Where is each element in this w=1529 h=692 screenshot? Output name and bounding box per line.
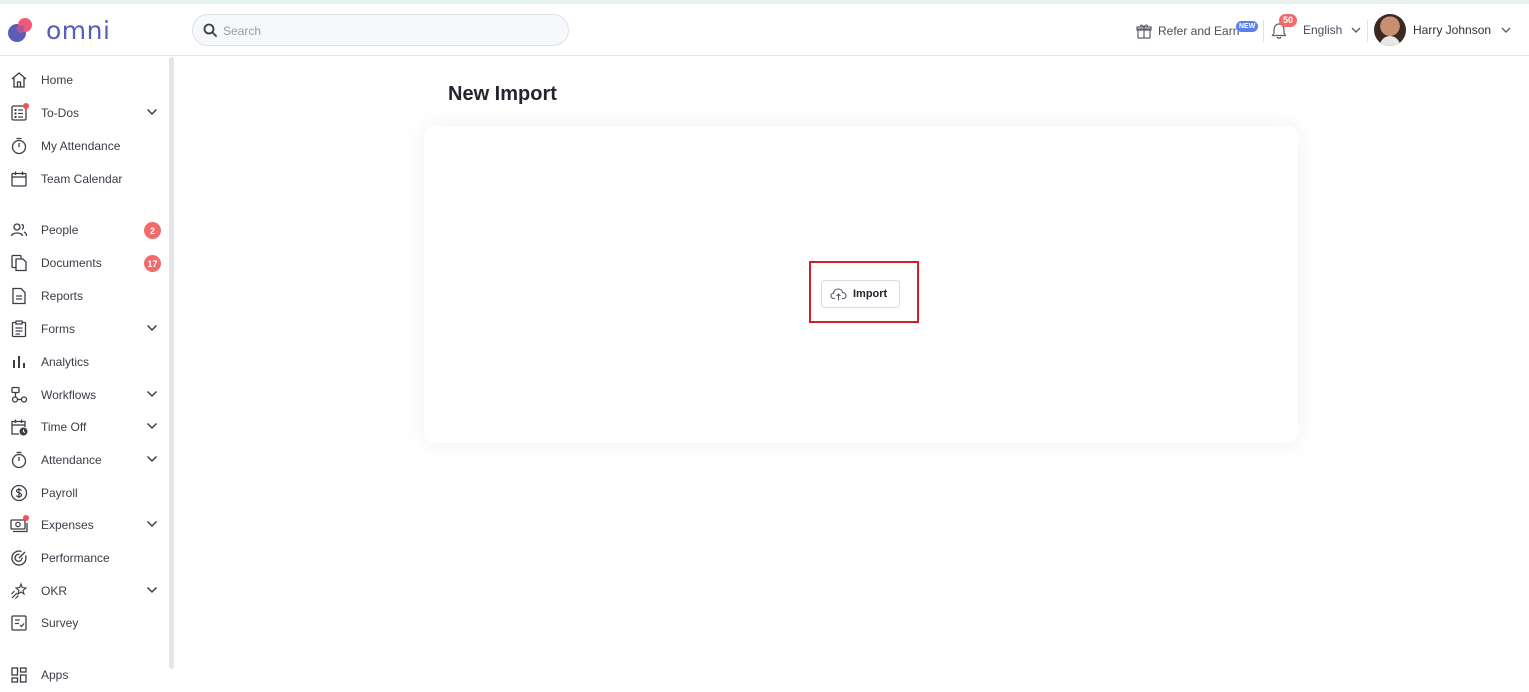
people-icon [10,223,28,237]
top-header: omni Refer and Earn NEW 50 English Harry… [0,4,1529,56]
sidebar-item-time-off[interactable]: Time Off [0,412,170,442]
sidebar-item-label: Payroll [41,486,78,500]
gift-icon [1136,24,1152,39]
user-avatar[interactable] [1374,14,1406,46]
sidebar-item-reports[interactable]: Reports [0,281,170,311]
expenses-alert-dot [23,515,29,521]
chevron-down-icon[interactable] [146,422,158,430]
language-label: English [1303,23,1343,37]
apps-grid-icon [11,667,27,683]
sidebar-item-forms[interactable]: Forms [0,314,170,344]
documents-icon [11,254,27,272]
sidebar-item-label: Documents [41,256,102,270]
import-button[interactable]: Import [821,280,900,308]
sidebar-item-label: Expenses [41,518,94,532]
sidebar-item-people[interactable]: People 2 [0,215,170,245]
user-name: Harry Johnson [1413,23,1492,37]
sidebar-item-my-attendance[interactable]: My Attendance [0,131,170,161]
sidebar-item-performance[interactable]: Performance [0,543,170,573]
sidebar-item-label: Performance [41,551,110,565]
chevron-down-icon[interactable] [146,455,158,463]
people-count-badge: 2 [144,222,161,239]
sidebar-item-documents[interactable]: Documents 17 [0,248,170,278]
sidebar-item-label: Team Calendar [41,172,123,186]
import-button-label: Import [853,288,888,300]
sidebar-item-label: My Attendance [41,139,121,153]
sidebar-item-label: To-Dos [41,106,80,120]
calendar-clock-icon [11,419,28,436]
sparkle-icon [11,582,28,599]
sidebar-item-label: Survey [41,616,79,630]
logo-text: omni [46,16,111,45]
report-icon [12,287,26,305]
stopwatch-icon [11,451,27,469]
logo-mark-icon [8,18,32,42]
new-badge: NEW [1236,21,1259,32]
sidebar-item-label: Workflows [41,388,97,402]
sidebar-item-survey[interactable]: Survey [0,608,170,638]
to-dos-alert-dot [23,103,29,109]
home-icon [11,72,27,88]
sidebar-item-label: Apps [41,668,69,682]
sidebar: Home To-Dos My Attendance Team Calendar … [0,57,170,692]
survey-icon [11,615,27,631]
search-input[interactable] [223,22,553,40]
sidebar-item-label: People [41,223,79,237]
sidebar-item-label: Analytics [41,355,90,369]
sidebar-item-to-dos[interactable]: To-Dos [0,98,170,128]
documents-count-badge: 17 [144,255,161,272]
chevron-down-icon [1501,27,1511,33]
sidebar-item-label: Forms [41,322,75,336]
page-title: New Import [448,83,557,105]
chevron-down-icon[interactable] [146,390,158,398]
sidebar-item-attendance[interactable]: Attendance [0,445,170,475]
form-icon [11,320,27,338]
search-box[interactable] [192,14,569,46]
chevron-down-icon [1351,27,1361,33]
sidebar-item-okr[interactable]: OKR [0,576,170,606]
sidebar-item-expenses[interactable]: Expenses [0,510,170,540]
sidebar-item-apps[interactable]: Apps [0,660,170,690]
refer-label: Refer and Earn [1158,24,1240,38]
sidebar-item-label: OKR [41,584,68,598]
workflow-icon [11,386,28,403]
chevron-down-icon[interactable] [146,108,158,116]
chevron-down-icon[interactable] [146,324,158,332]
sidebar-item-label: Time Off [41,420,87,434]
language-selector[interactable]: English [1303,23,1361,37]
target-icon [11,550,27,566]
sidebar-item-payroll[interactable]: Payroll [0,478,170,508]
search-icon [203,23,217,37]
calendar-icon [11,171,27,187]
refer-and-earn-link[interactable]: Refer and Earn [1136,21,1239,41]
notification-count-badge: 50 [1279,14,1298,27]
bar-chart-icon [13,356,25,368]
sidebar-item-home[interactable]: Home [0,65,170,95]
chevron-down-icon[interactable] [146,586,158,594]
main-content: New Import Import [174,57,1529,692]
sidebar-item-label: Home [41,73,74,87]
omni-logo[interactable]: omni [8,16,110,46]
sidebar-item-workflows[interactable]: Workflows [0,380,170,410]
header-divider [1367,20,1368,42]
sidebar-item-analytics[interactable]: Analytics [0,347,170,377]
cloud-upload-icon [830,287,847,300]
user-menu[interactable]: Harry Johnson [1413,23,1511,37]
dollar-circle-icon [10,484,28,502]
sidebar-item-team-calendar[interactable]: Team Calendar [0,164,170,194]
stopwatch-icon [11,137,27,155]
sidebar-item-label: Attendance [41,453,102,467]
header-divider [1263,20,1264,42]
sidebar-item-label: Reports [41,289,84,303]
chevron-down-icon[interactable] [146,520,158,528]
